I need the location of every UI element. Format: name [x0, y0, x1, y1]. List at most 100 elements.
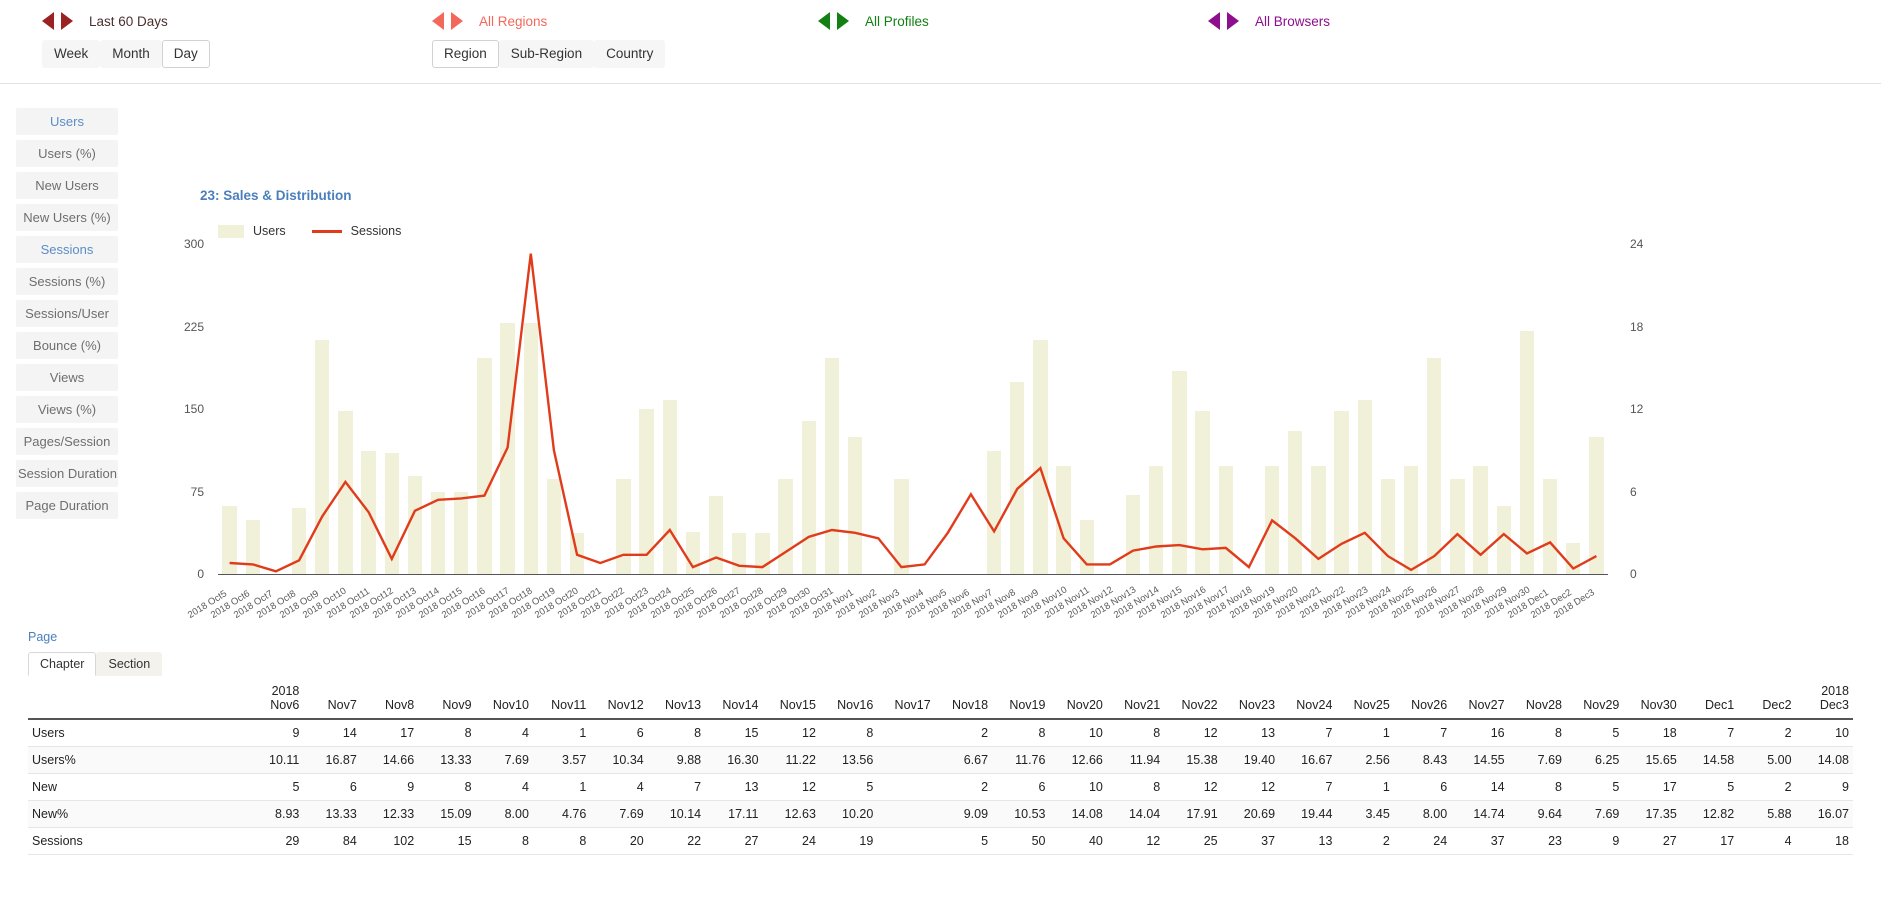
table-column-header[interactable]: 2018 Dec3 [1795, 678, 1853, 720]
table-column-header[interactable]: Dec1 [1680, 678, 1739, 720]
granularity-day-button[interactable]: Day [161, 40, 210, 68]
table-column-header[interactable]: Nov28 [1508, 678, 1566, 720]
legend-label: Sessions [350, 224, 402, 238]
scope-region-button[interactable]: Region [432, 40, 499, 68]
table-cell: 3.57 [562, 753, 587, 767]
table-cell: 8 [866, 726, 874, 740]
table-cell: 9 [1612, 834, 1620, 848]
table-cell: 8 [464, 726, 472, 740]
table-column-header[interactable]: Nov26 [1393, 678, 1452, 720]
legend-item-users[interactable]: Users [218, 224, 286, 238]
scope-sub-region-button[interactable]: Sub-Region [498, 40, 595, 68]
region-label[interactable]: All Regions [479, 14, 547, 29]
prev-arrow-icon[interactable] [42, 12, 54, 30]
table-column-header[interactable]: Nov30 [1623, 678, 1681, 720]
table-page-label: Page [28, 630, 58, 644]
table-cell: 17.91 [1186, 807, 1218, 821]
profile-label[interactable]: All Profiles [865, 14, 929, 29]
metrics-table: 2018 Nov6 Nov7 Nov8 Nov9 Nov10 Nov11 Nov12 Nov13… [28, 678, 1853, 855]
table-cell: 9.09 [963, 807, 989, 821]
table-column-header[interactable]: Nov12 [590, 678, 648, 720]
axis-tick-label: 24 [1630, 237, 1644, 251]
tab-section[interactable]: Section [96, 652, 163, 676]
prev-arrow-icon[interactable] [432, 12, 444, 30]
table-column-header[interactable]: Nov16 [819, 678, 878, 720]
date-range-label[interactable]: Last 60 Days [89, 14, 168, 29]
sidebar-item-sessions[interactable]: Sessions (%) [16, 268, 118, 295]
sidebar-item-users[interactable]: Users (%) [16, 140, 118, 167]
table-column-header[interactable]: Nov21 [1106, 678, 1165, 720]
table-cell: 5 [1727, 780, 1735, 794]
table-cell: 10.20 [842, 807, 874, 821]
axis-tick-label: 12 [1630, 402, 1644, 416]
table-cell: 14 [1490, 780, 1505, 794]
table-cell: 19.44 [1301, 807, 1333, 821]
sidebar-item-bounce[interactable]: Bounce (%) [16, 332, 118, 359]
table-column-header[interactable]: Nov15 [762, 678, 820, 720]
sidebar-item-users[interactable]: Users [16, 108, 118, 135]
table-column-header[interactable]: Nov10 [475, 678, 533, 720]
filter-group-region: All Regions Region Sub-Region Country [432, 0, 666, 68]
table-column-header[interactable]: Nov18 [934, 678, 993, 720]
filter-group-profile: All Profiles [818, 0, 929, 42]
region-scope-buttons: Region Sub-Region Country [432, 40, 666, 68]
prev-arrow-icon[interactable] [1208, 12, 1220, 30]
table-column-header[interactable]: Nov22 [1164, 678, 1222, 720]
sidebar-item-session-duration[interactable]: Session Duration [16, 460, 118, 487]
table-cell: 27 [1662, 834, 1677, 848]
sidebar-item-new-users[interactable]: New Users [16, 172, 118, 199]
next-arrow-icon[interactable] [837, 12, 849, 30]
sidebar-item-views[interactable]: Views [16, 364, 118, 391]
axis-tick-label: 300 [183, 237, 204, 251]
table-cell: 5 [292, 780, 300, 794]
table-cell: 10.14 [669, 807, 702, 821]
table-column-header[interactable]: Nov7 [303, 678, 361, 720]
table-cell: 11.22 [785, 753, 816, 767]
table-cell: 13.33 [440, 753, 472, 767]
sidebar-item-sessions[interactable]: Sessions [16, 236, 118, 263]
chart-plot-area [218, 244, 1608, 574]
sidebar-item-new-users[interactable]: New Users (%) [16, 204, 118, 231]
table-column-header[interactable]: Nov14 [705, 678, 763, 720]
table-column-header[interactable]: Nov13 [647, 678, 706, 720]
prev-arrow-icon[interactable] [818, 12, 830, 30]
granularity-month-button[interactable]: Month [100, 40, 162, 68]
next-arrow-icon[interactable] [451, 12, 463, 30]
table-column-header[interactable]: Nov27 [1451, 678, 1509, 720]
table-column-header[interactable]: Nov24 [1279, 678, 1337, 720]
legend-item-sessions[interactable]: Sessions [311, 224, 402, 238]
sidebar-item-pages-session[interactable]: Pages/Session [16, 428, 118, 455]
table-cell: 5.00 [1767, 753, 1792, 767]
scope-country-button[interactable]: Country [594, 40, 666, 68]
table-column-header[interactable]: Nov25 [1336, 678, 1394, 720]
table-column-header[interactable]: Nov23 [1221, 678, 1280, 720]
table-column-header[interactable]: Nov9 [418, 678, 476, 720]
table-cell: 12.33 [382, 807, 415, 821]
table-cell: 10 [1088, 780, 1103, 794]
sidebar-item-page-duration[interactable]: Page Duration [16, 492, 118, 519]
sidebar-item-sessions-user[interactable]: Sessions/User [16, 300, 118, 327]
table-cell: 4 [636, 780, 644, 794]
next-arrow-icon[interactable] [61, 12, 73, 30]
y-axis-right-sessions: 0 6 12 18 24 [1616, 237, 1658, 581]
browser-label[interactable]: All Browsers [1255, 14, 1330, 29]
table-column-header[interactable]: Nov20 [1049, 678, 1107, 720]
table-column-header[interactable]: Nov11 [532, 678, 591, 720]
table-column-header[interactable]: Nov8 [360, 678, 419, 720]
table-cell: 19.40 [1243, 753, 1276, 767]
table-column-header[interactable]: Nov17 [877, 678, 935, 720]
table-column-header[interactable]: 2018 Nov6 [246, 678, 304, 720]
table-row-label: Users% [32, 753, 76, 767]
tab-chapter[interactable]: Chapter [28, 652, 97, 676]
table-cell: 8 [579, 834, 587, 848]
table-column-header[interactable]: Nov19 [992, 678, 1050, 720]
next-arrow-icon[interactable] [1227, 12, 1239, 30]
table-cell: 9.64 [1537, 807, 1562, 821]
sidebar-item-views[interactable]: Views (%) [16, 396, 118, 423]
axis-tick-label: 6 [1630, 484, 1637, 499]
table-column-header[interactable]: Dec2 [1738, 678, 1796, 720]
granularity-week-button[interactable]: Week [42, 40, 101, 68]
table-cell [877, 747, 934, 774]
table-column-header[interactable]: Nov29 [1565, 678, 1624, 720]
table-row-label: Sessions [32, 834, 83, 848]
